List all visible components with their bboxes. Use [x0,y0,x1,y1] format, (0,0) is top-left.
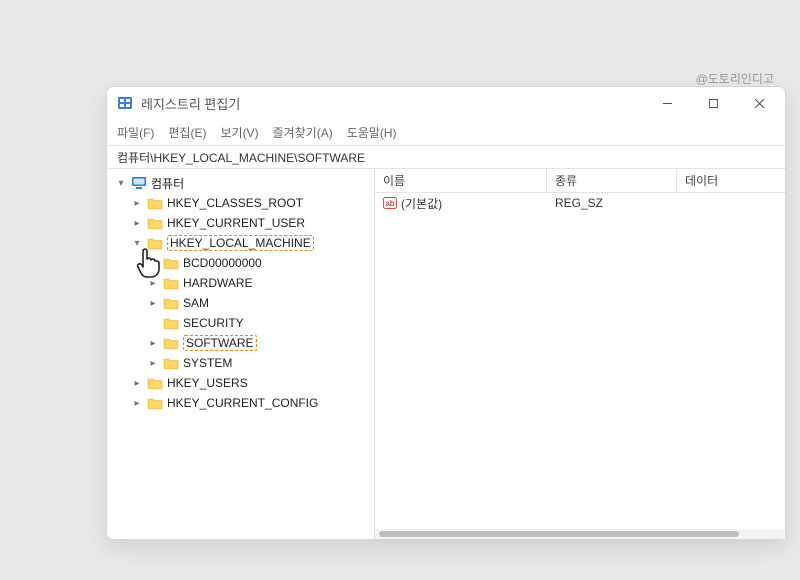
chevron-right-icon[interactable]: ▸ [131,218,143,229]
tree-label: SAM [183,296,209,310]
chevron-right-icon[interactable]: ▸ [147,258,159,269]
tree-item-bcd[interactable]: ▸ BCD00000000 [113,253,374,273]
tree-item-hkcc[interactable]: ▸ HKEY_CURRENT_CONFIG [113,393,374,413]
tree-label: SECURITY [183,316,244,330]
tree-label: SOFTWARE [183,335,257,351]
tree-item-hkcu[interactable]: ▸ HKEY_CURRENT_USER [113,213,374,233]
tree-label: 컴퓨터 [151,175,184,192]
chevron-right-icon[interactable]: ▸ [147,358,159,369]
close-button[interactable] [751,95,767,111]
regedit-window: 레지스트리 편집기 파일(F) 편집(E) 보기(V) 즐겨찾기(A) 도움말(… [106,86,786,540]
menu-view[interactable]: 보기(V) [220,124,258,141]
menu-help[interactable]: 도움말(H) [347,124,397,141]
chevron-right-icon[interactable]: ▸ [131,378,143,389]
tree-label: SYSTEM [183,356,232,370]
col-header-name[interactable]: 이름 [375,169,547,192]
folder-icon [163,277,179,290]
tree-item-hku[interactable]: ▸ HKEY_USERS [113,373,374,393]
list-body[interactable]: ab (기본값) REG_SZ [375,193,785,529]
tree-item-system[interactable]: ▸ SYSTEM [113,353,374,373]
folder-icon [163,257,179,270]
tree-label: HARDWARE [183,276,253,290]
titlebar[interactable]: 레지스트리 편집기 [107,87,785,119]
string-value-icon: ab [383,196,397,210]
folder-icon [163,357,179,370]
value-type: REG_SZ [547,193,677,213]
maximize-button[interactable] [705,95,721,111]
menu-file[interactable]: 파일(F) [117,124,154,141]
tree-label: HKEY_LOCAL_MACHINE [167,235,314,251]
col-header-data[interactable]: 데이터 [677,169,785,192]
horizontal-scrollbar[interactable] [375,529,785,539]
chevron-right-icon[interactable]: ▸ [131,398,143,409]
minimize-button[interactable] [659,95,675,111]
tree-item-software[interactable]: ▸ SOFTWARE [113,333,374,353]
tree-label: BCD00000000 [183,256,262,270]
chevron-down-icon[interactable]: ▾ [131,238,143,249]
menu-edit[interactable]: 편집(E) [168,124,206,141]
list-pane: 이름 종류 데이터 ab (기본값) REG_SZ [375,169,785,539]
folder-icon [147,217,163,230]
chevron-right-icon[interactable]: ▸ [147,338,159,349]
list-row-default[interactable]: ab (기본값) REG_SZ [375,193,785,213]
scrollbar-thumb[interactable] [379,531,739,537]
tree-label: HKEY_CURRENT_CONFIG [167,396,318,410]
svg-text:ab: ab [385,199,394,208]
regedit-app-icon [117,95,133,111]
tree-item-hkcr[interactable]: ▸ HKEY_CLASSES_ROOT [113,193,374,213]
folder-icon [147,377,163,390]
address-bar[interactable]: 컴퓨터\HKEY_LOCAL_MACHINE\SOFTWARE [107,145,785,169]
menu-favorites[interactable]: 즐겨찾기(A) [273,124,333,141]
value-name: (기본값) [401,195,442,212]
folder-icon [147,397,163,410]
list-header: 이름 종류 데이터 [375,169,785,193]
tree-label: HKEY_CLASSES_ROOT [167,196,303,210]
folder-icon [147,197,163,210]
tree-label: HKEY_USERS [167,376,248,390]
tree-item-computer[interactable]: ▾ 컴퓨터 [113,173,374,193]
tree-label: HKEY_CURRENT_USER [167,216,305,230]
window-title: 레지스트리 편집기 [141,94,659,113]
chevron-right-icon[interactable]: ▸ [131,198,143,209]
content: ▾ 컴퓨터 ▸ HKEY_CLASSES_ROOT ▸ [107,169,785,539]
tree-pane[interactable]: ▾ 컴퓨터 ▸ HKEY_CLASSES_ROOT ▸ [107,169,375,539]
folder-icon [163,317,179,330]
tree-item-security[interactable]: ▸ SECURITY [113,313,374,333]
computer-icon [131,176,147,190]
folder-icon [147,237,163,250]
watermark-text: @도토리인디고 [696,70,774,87]
chevron-down-icon[interactable]: ▾ [115,178,127,189]
folder-icon [163,297,179,310]
folder-icon [163,337,179,350]
chevron-right-icon[interactable]: ▸ [147,278,159,289]
chevron-right-icon[interactable]: ▸ [147,298,159,309]
tree-item-sam[interactable]: ▸ SAM [113,293,374,313]
menubar: 파일(F) 편집(E) 보기(V) 즐겨찾기(A) 도움말(H) [107,119,785,145]
tree-item-hklm[interactable]: ▾ HKEY_LOCAL_MACHINE [113,233,374,253]
col-header-type[interactable]: 종류 [547,169,677,192]
tree-item-hardware[interactable]: ▸ HARDWARE [113,273,374,293]
value-data [677,193,785,213]
